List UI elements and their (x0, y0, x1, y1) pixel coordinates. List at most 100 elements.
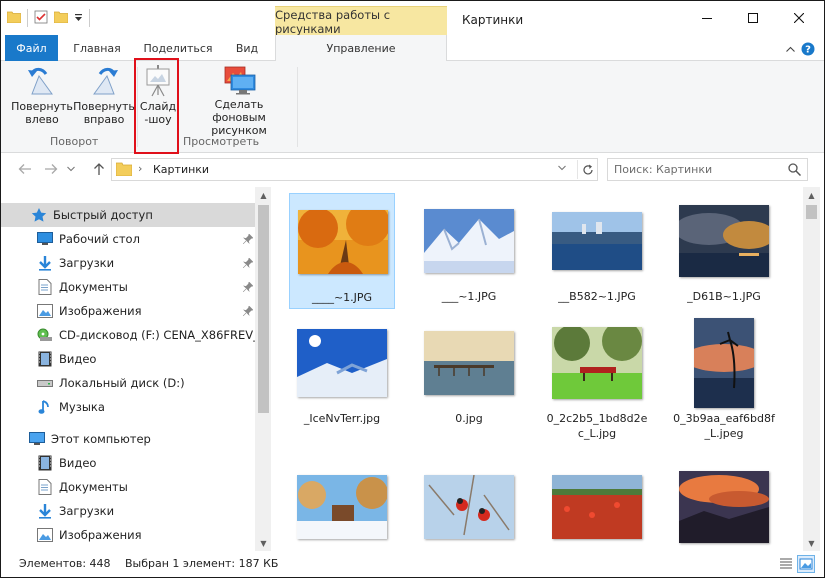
scroll-down-icon[interactable]: ▼ (803, 535, 820, 551)
file-thumbnail (289, 459, 395, 551)
nav-item-videos[interactable]: Видео (1, 347, 257, 371)
recent-locations-button[interactable] (65, 161, 77, 177)
file-item[interactable]: _IceNvTerr.jpg (289, 315, 395, 429)
scroll-up-icon[interactable]: ▲ (255, 187, 271, 203)
minimize-button[interactable] (684, 1, 730, 35)
navigation-bar: › Картинки (1, 154, 824, 184)
file-item[interactable]: 0_7e9c_faf73923 (671, 459, 777, 551)
address-dropdown-icon[interactable] (558, 164, 566, 174)
set-background-button[interactable]: Сделать фоновым рисунком (187, 65, 291, 137)
tab-home[interactable]: Главная (67, 35, 127, 61)
title-bar: Средства работы с рисунками Картинки (1, 1, 824, 36)
search-input[interactable] (614, 162, 784, 177)
file-item[interactable]: 0_2c2b5_1bd8d2ec_L.jpg (544, 315, 650, 444)
file-thumbnail (289, 315, 395, 411)
nav-item-local-disk-d[interactable]: Локальный диск (D:) (1, 371, 257, 395)
nav-item-cd-drive[interactable]: CD-дисковод (F:) CENA_X86FREV_RU (1, 323, 257, 347)
maximize-button[interactable] (730, 1, 776, 35)
file-thumbnail (544, 459, 650, 551)
file-item[interactable]: 0_5f35_71e3d993 (544, 459, 650, 551)
nav-item-label: Быстрый доступ (53, 208, 153, 222)
file-item[interactable]: 0_3bf51_b003d2f5 (289, 459, 395, 551)
address-bar[interactable]: › Картинки (111, 158, 598, 181)
pin-icon[interactable] (242, 233, 254, 247)
close-icon (794, 13, 804, 23)
nav-item-pc-videos[interactable]: Видео (1, 451, 257, 475)
close-button[interactable] (776, 1, 822, 35)
customize-qat-icon[interactable] (74, 12, 83, 25)
explorer-window: Средства работы с рисунками Картинки Фай… (0, 0, 825, 578)
details-view-button[interactable] (777, 555, 795, 573)
file-name: __B582~1.JPG (558, 290, 636, 303)
breadcrumb-chevron-icon[interactable]: › (138, 162, 142, 175)
nav-pane-scroll-thumb[interactable] (258, 205, 269, 413)
tab-view[interactable]: Вид (229, 35, 265, 61)
new-folder-icon[interactable] (53, 11, 69, 26)
music-icon (37, 399, 53, 415)
file-item[interactable]: __B582~1.JPG (544, 193, 650, 307)
forward-button[interactable] (43, 161, 59, 177)
properties-icon[interactable] (34, 10, 48, 27)
file-item[interactable]: 0_3de59_53f272c6 (416, 459, 522, 551)
nav-item-label: Документы (59, 280, 128, 294)
nav-item-pc-pictures[interactable]: Изображения (1, 523, 257, 547)
folder-icon[interactable] (6, 11, 22, 26)
document-icon (37, 279, 53, 295)
file-thumbnail (671, 193, 777, 289)
nav-item-label: Локальный диск (D:) (59, 376, 185, 390)
refresh-button[interactable] (577, 160, 597, 179)
file-item[interactable]: ____~1.JPG (289, 193, 395, 309)
search-box[interactable] (607, 158, 808, 181)
nav-item-quick-access[interactable]: Быстрый доступ (1, 203, 257, 227)
back-button[interactable] (17, 161, 33, 177)
tab-manage[interactable]: Управление (275, 35, 447, 62)
up-button[interactable] (91, 161, 107, 177)
pin-icon[interactable] (242, 257, 254, 271)
rotate-left-button[interactable]: Повернуть влево (11, 65, 73, 131)
pin-icon[interactable] (242, 281, 254, 295)
file-list-scrollbar[interactable]: ▲ ▼ (803, 187, 820, 551)
chevron-down-icon (67, 166, 75, 172)
rotate-right-button[interactable]: Повернуть вправо (73, 65, 135, 131)
nav-item-desktop[interactable]: Рабочий стол (1, 227, 257, 251)
file-thumbnail (416, 315, 522, 411)
status-bar: Элементов: 448 Выбран 1 элемент: 187 КБ (1, 551, 824, 577)
file-thumbnail (544, 315, 650, 411)
set-background-label-1: Сделать фоновым (212, 98, 266, 124)
file-list-scroll-thumb[interactable] (806, 205, 817, 219)
nav-pane-scrollbar[interactable]: ▲ ▼ (255, 187, 271, 551)
file-thumbnail (544, 193, 650, 289)
nav-item-downloads[interactable]: Загрузки (1, 251, 257, 275)
quick-access-toolbar (6, 9, 90, 27)
set-background-icon (221, 65, 257, 95)
nav-item-documents[interactable]: Документы (1, 275, 257, 299)
scroll-down-icon[interactable]: ▼ (255, 535, 271, 551)
collapse-ribbon-button[interactable] (783, 42, 797, 56)
nav-item-label: Этот компьютер (51, 432, 151, 446)
tab-file[interactable]: Файл (5, 35, 58, 61)
file-item[interactable]: _D61B~1.JPG (671, 193, 777, 307)
file-thumbnail (671, 459, 777, 551)
pin-icon[interactable] (242, 305, 254, 319)
computer-icon (29, 431, 45, 447)
nav-item-music[interactable]: Музыка (1, 395, 257, 419)
download-icon (37, 255, 53, 271)
large-icons-view-button[interactable] (797, 555, 815, 573)
file-item[interactable]: 0_3b9aa_eaf6bd8f_L.jpeg (671, 315, 777, 444)
nav-item-this-pc[interactable]: Этот компьютер (1, 427, 257, 451)
file-item[interactable]: 0.jpg (416, 315, 522, 429)
nav-item-pictures[interactable]: Изображения (1, 299, 257, 323)
nav-item-label: Видео (59, 456, 97, 470)
help-button[interactable]: ? (801, 42, 815, 56)
nav-item-pc-downloads[interactable]: Загрузки (1, 499, 257, 523)
scroll-up-icon[interactable]: ▲ (803, 187, 820, 203)
search-icon[interactable] (788, 163, 802, 179)
nav-item-pc-documents[interactable]: Документы (1, 475, 257, 499)
nav-item-label: Изображения (59, 528, 142, 542)
file-item[interactable]: ___~1.JPG (416, 193, 522, 307)
breadcrumb-pictures[interactable]: Картинки (153, 163, 209, 176)
file-thumbnail (671, 315, 777, 411)
document-icon (37, 479, 53, 495)
rotate-right-label-2: вправо (83, 113, 125, 126)
ribbon-separator (297, 67, 298, 147)
